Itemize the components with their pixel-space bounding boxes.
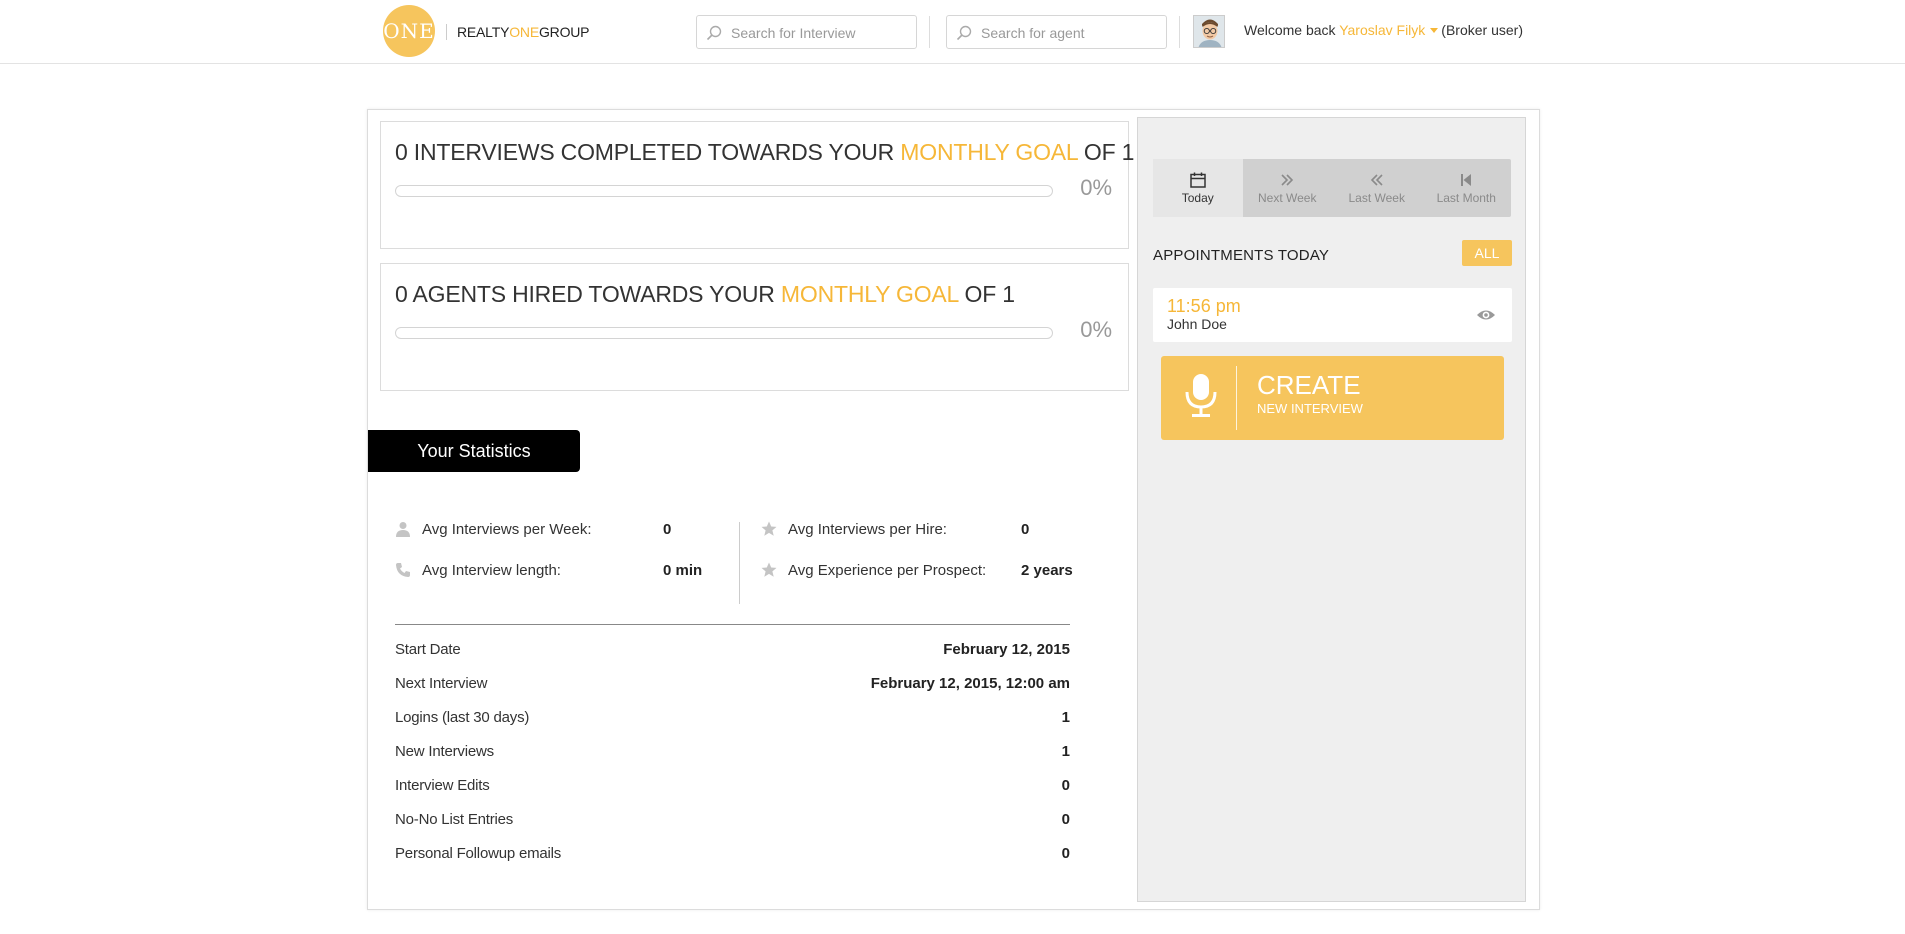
welcome-message: Welcome back Yaroslav Filyk (Broker user) [1244, 22, 1523, 38]
skip-back-icon [1461, 174, 1472, 186]
detail-label: Logins (last 30 days) [395, 709, 530, 726]
header-divider [1179, 16, 1180, 48]
phone-icon [396, 563, 410, 577]
appointments-panel: Today Next Week Last Week Last Month APP… [1137, 117, 1526, 902]
detail-value: February 12, 2015 [943, 641, 1070, 658]
tab-last-week[interactable]: Last Week [1332, 159, 1422, 217]
appointment-name: John Doe [1167, 316, 1227, 332]
avg-value: 0 min [663, 562, 703, 579]
appointments-today-heading: APPOINTMENTS TODAY [1153, 247, 1330, 264]
avg-value: 2 years [1021, 562, 1073, 579]
avg-label: Avg Interviews per Week: [422, 521, 592, 538]
goal-accent: MONTHLY GOAL [780, 281, 959, 307]
calendar-icon [1190, 172, 1206, 188]
tab-label: Today [1181, 191, 1214, 205]
welcome-prefix: Welcome back [1244, 22, 1336, 38]
goal-count-text: 0 INTERVIEWS COMPLETED TOWARDS YOUR [395, 139, 895, 165]
agents-goal-card: 0 AGENTS HIRED TOWARDS YOUR MONTHLY GOAL… [380, 263, 1129, 391]
create-title: CREATE [1257, 370, 1361, 400]
goal-suffix: OF 1 [1083, 139, 1135, 165]
progress-bar [395, 327, 1053, 339]
detail-value: 0 [1061, 777, 1070, 794]
create-subtitle: NEW INTERVIEW [1257, 401, 1363, 416]
detail-value: 1 [1061, 709, 1070, 726]
brand-name[interactable]: REALTYONEGROUP [457, 24, 590, 40]
brand-part-realty: REALTY [457, 24, 510, 40]
detail-row-logins: Logins (last 30 days) 1 [395, 709, 1070, 729]
detail-label: Start Date [395, 641, 461, 658]
detail-row-interview-edits: Interview Edits 0 [395, 777, 1070, 797]
detail-value: 0 [1061, 845, 1070, 862]
appointment-item[interactable]: 11:56 pm John Doe [1153, 288, 1512, 342]
search-interview-input[interactable] [731, 22, 901, 44]
user-avatar-icon [1194, 16, 1224, 47]
search-icon [956, 25, 972, 41]
detail-row-followup-emails: Personal Followup emails 0 [395, 845, 1070, 865]
search-interview-box [696, 15, 917, 49]
tab-label: Last Week [1348, 191, 1405, 205]
appointment-range-tabs: Today Next Week Last Week Last Month [1153, 159, 1511, 217]
create-new-interview-button[interactable]: CREATE NEW INTERVIEW [1161, 356, 1504, 440]
top-header: ONE REALTYONEGROUP Welcome back Yaroslav… [0, 0, 1905, 64]
tab-today[interactable]: Today [1153, 159, 1243, 217]
progress-percent: 0% [1080, 317, 1112, 342]
appointment-time: 11:56 pm [1167, 296, 1241, 316]
goal-title: 0 INTERVIEWS COMPLETED TOWARDS YOUR MONT… [395, 139, 1134, 166]
brand-part-one: ONE [509, 24, 539, 40]
tab-label: Last Month [1436, 191, 1496, 205]
goal-title: 0 AGENTS HIRED TOWARDS YOUR MONTHLY GOAL… [395, 281, 1015, 308]
avg-value: 0 [1021, 521, 1030, 538]
progress-bar [395, 185, 1053, 197]
detail-label: No-No List Entries [395, 811, 514, 828]
detail-label: Interview Edits [395, 777, 490, 794]
tab-last-month[interactable]: Last Month [1422, 159, 1512, 217]
logo-divider [446, 24, 447, 40]
brand-part-group: GROUP [538, 24, 590, 40]
detail-value: 0 [1061, 811, 1070, 828]
your-statistics-tab[interactable]: Your Statistics [368, 430, 580, 472]
goal-accent: MONTHLY GOAL [900, 139, 1078, 165]
avg-value: 0 [663, 521, 672, 538]
search-icon [706, 25, 722, 41]
detail-row-start-date: Start Date February 12, 2015 [395, 641, 1070, 661]
dashboard-container: 0 INTERVIEWS COMPLETED TOWARDS YOUR MONT… [367, 109, 1540, 910]
detail-value: 1 [1061, 743, 1070, 760]
detail-row-new-interviews: New Interviews 1 [395, 743, 1070, 763]
detail-row-next-interview: Next Interview February 12, 2015, 12:00 … [395, 675, 1070, 695]
search-agent-input[interactable] [981, 22, 1151, 44]
user-menu-name[interactable]: Yaroslav Filyk [1339, 22, 1425, 38]
eye-icon[interactable] [1476, 307, 1496, 323]
avg-label: Avg Experience per Prospect: [788, 562, 987, 579]
caret-down-icon[interactable] [1430, 27, 1439, 33]
tab-label: Next Week [1258, 191, 1317, 205]
double-chevron-right-icon [1281, 174, 1294, 186]
avatar[interactable] [1193, 15, 1225, 48]
goal-count-text: 0 AGENTS HIRED TOWARDS YOUR [395, 281, 775, 307]
user-role: (Broker user) [1441, 22, 1523, 38]
microphone-icon [1185, 374, 1217, 417]
user-icon [396, 522, 410, 537]
detail-value: February 12, 2015, 12:00 am [870, 675, 1070, 692]
detail-row-no-no-list: No-No List Entries 0 [395, 811, 1070, 831]
search-agent-box [946, 15, 1167, 49]
all-appointments-button[interactable]: ALL [1462, 240, 1512, 266]
detail-label: Personal Followup emails [395, 845, 562, 862]
star-icon [761, 562, 777, 577]
interviews-goal-card: 0 INTERVIEWS COMPLETED TOWARDS YOUR MONT… [380, 121, 1134, 249]
tab-next-week[interactable]: Next Week [1243, 159, 1333, 217]
star-icon [761, 521, 777, 536]
goal-suffix: OF 1 [964, 281, 1016, 307]
avg-label: Avg Interviews per Hire: [788, 521, 947, 538]
detail-label: New Interviews [395, 743, 494, 760]
create-divider [1236, 366, 1237, 430]
detail-label: Next Interview [395, 675, 488, 692]
double-chevron-left-icon [1370, 174, 1383, 186]
avg-label: Avg Interview length: [422, 562, 561, 579]
header-divider [929, 16, 930, 48]
logo-mark[interactable]: ONE [383, 5, 435, 57]
averages-divider [739, 522, 740, 604]
stats-divider [395, 624, 1070, 625]
progress-percent: 0% [1080, 175, 1112, 200]
